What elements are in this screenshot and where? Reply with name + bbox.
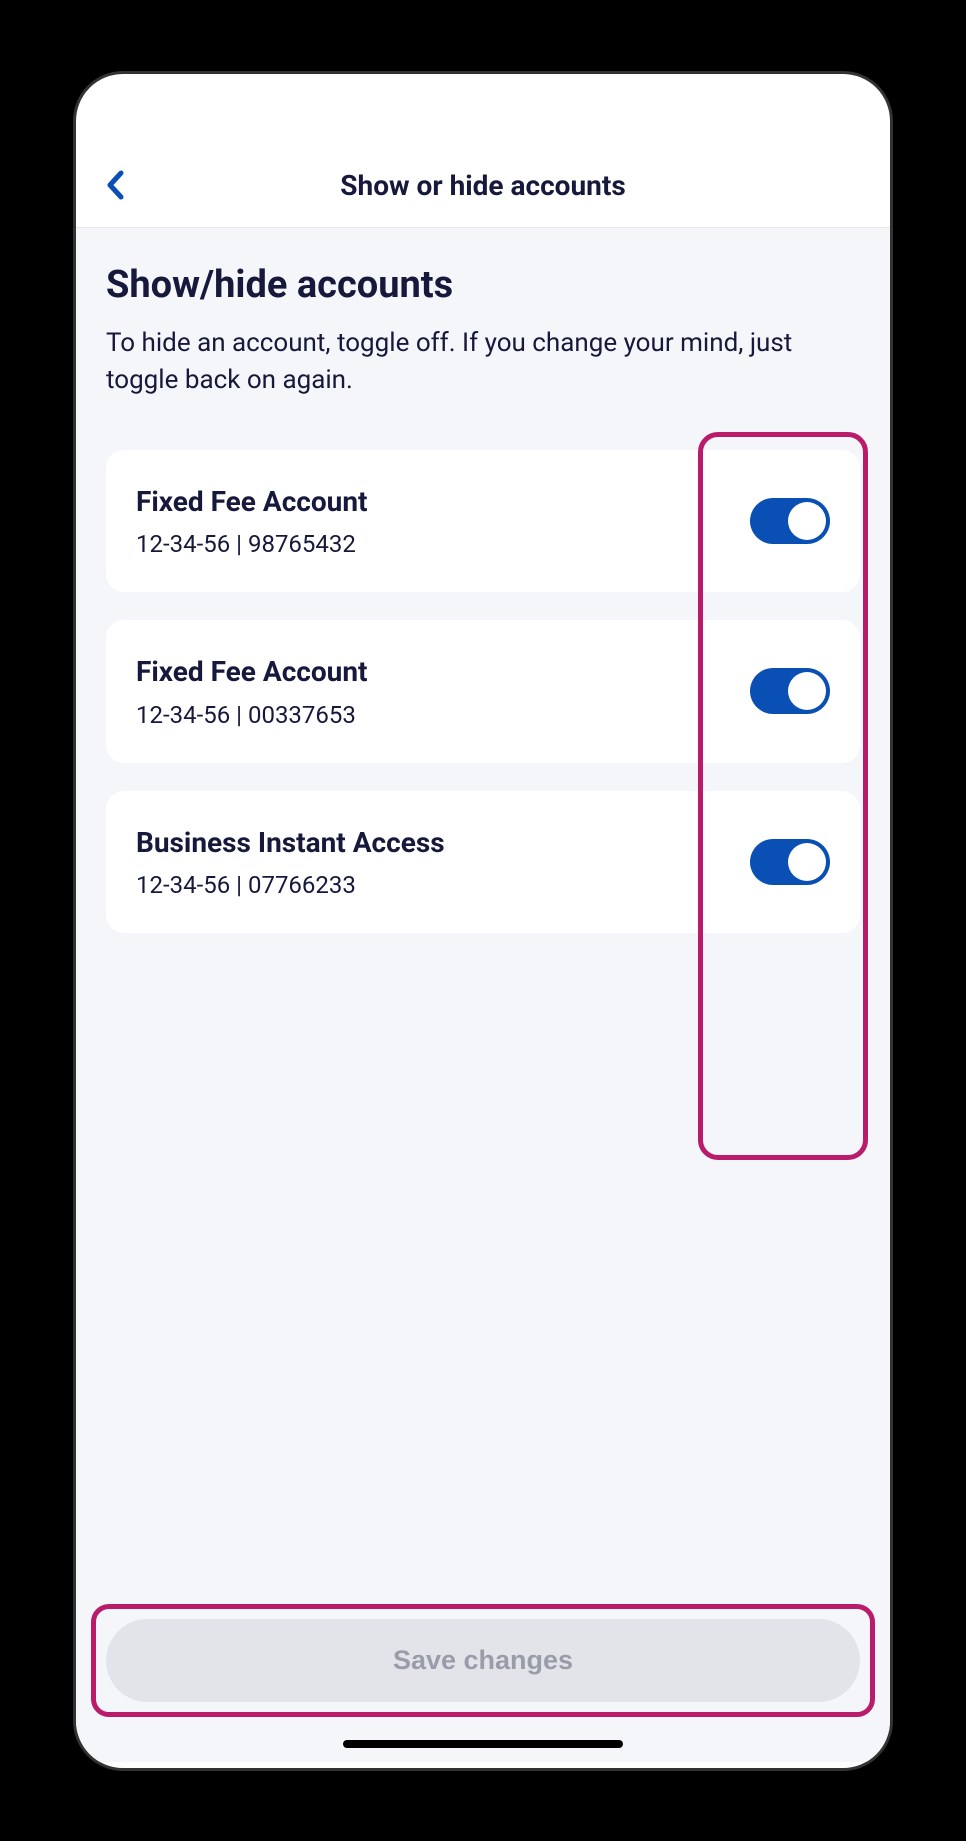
back-button[interactable] bbox=[106, 170, 156, 200]
spacer bbox=[106, 961, 860, 1618]
account-info: Fixed Fee Account 12-34-56 | 98765432 bbox=[136, 484, 750, 558]
phone-frame: Show or hide accounts Show/hide accounts… bbox=[73, 71, 893, 1771]
account-toggle[interactable] bbox=[750, 498, 830, 544]
toggle-knob bbox=[788, 672, 826, 710]
chevron-left-icon bbox=[106, 170, 124, 200]
content-area: Show/hide accounts To hide an account, t… bbox=[76, 228, 890, 1762]
save-button[interactable]: Save changes bbox=[106, 1619, 860, 1702]
section-description: To hide an account, toggle off. If you c… bbox=[106, 325, 860, 400]
account-info: Fixed Fee Account 12-34-56 | 00337653 bbox=[136, 654, 750, 728]
account-details: 12-34-56 | 07766233 bbox=[136, 871, 750, 899]
toggle-knob bbox=[788, 843, 826, 881]
account-details: 12-34-56 | 98765432 bbox=[136, 530, 750, 558]
account-card: Business Instant Access 12-34-56 | 07766… bbox=[106, 791, 860, 933]
section-title: Show/hide accounts bbox=[106, 263, 860, 307]
account-toggle[interactable] bbox=[750, 839, 830, 885]
page-title: Show or hide accounts bbox=[156, 169, 810, 202]
save-container: Save changes bbox=[106, 1619, 860, 1732]
accounts-list: Fixed Fee Account 12-34-56 | 98765432 Fi… bbox=[106, 450, 860, 961]
account-toggle[interactable] bbox=[750, 668, 830, 714]
account-name: Fixed Fee Account bbox=[136, 654, 486, 690]
account-name: Business Instant Access bbox=[136, 825, 486, 861]
account-info: Business Instant Access 12-34-56 | 07766… bbox=[136, 825, 750, 899]
account-card: Fixed Fee Account 12-34-56 | 98765432 bbox=[106, 450, 860, 592]
home-indicator bbox=[343, 1740, 623, 1748]
account-details: 12-34-56 | 00337653 bbox=[136, 701, 750, 729]
account-name: Fixed Fee Account bbox=[136, 484, 486, 520]
account-card: Fixed Fee Account 12-34-56 | 00337653 bbox=[106, 620, 860, 762]
header-bar: Show or hide accounts bbox=[76, 134, 890, 228]
toggle-knob bbox=[788, 502, 826, 540]
